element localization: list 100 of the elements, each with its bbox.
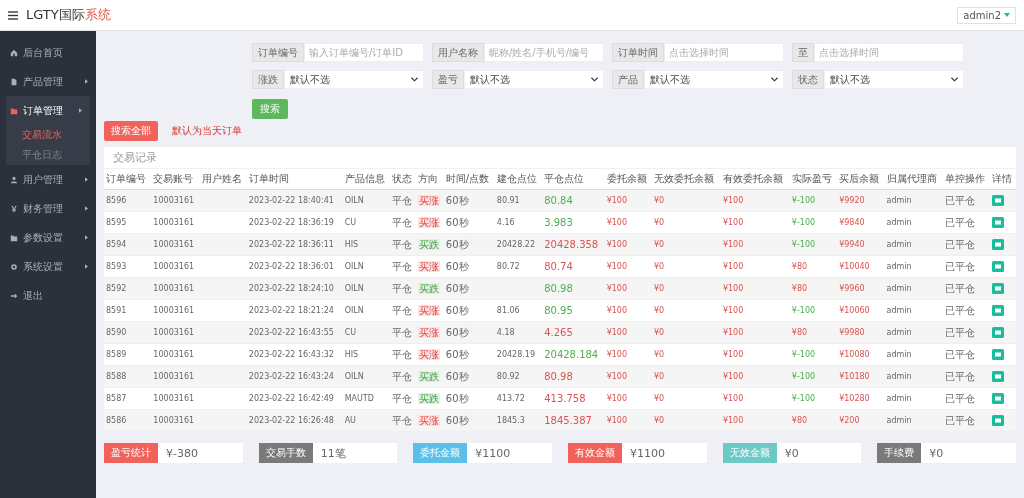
sidebar-item[interactable]: 产品管理	[0, 67, 96, 96]
filter-field[interactable]: 点击选择时间	[664, 43, 784, 62]
column-header: 产品信息	[342, 169, 390, 190]
menu-icon[interactable]	[8, 10, 18, 20]
filter-field[interactable]: 昵称/姓名/手机号/编号	[484, 43, 604, 62]
default-note: 默认为当天订单	[172, 124, 242, 138]
table-cell: ¥0	[654, 284, 665, 293]
close-price: 3.983	[544, 217, 573, 228]
filter-dropdown[interactable]: 默认不选	[644, 70, 784, 89]
stat-value: ¥1100	[622, 443, 707, 463]
details-button[interactable]	[992, 305, 1004, 316]
close-price: 1845.387	[544, 415, 592, 426]
table-cell: 4.18	[496, 328, 515, 337]
filter-label: 至	[792, 43, 814, 62]
table-cell: ¥0	[654, 218, 665, 227]
table-cell: ¥100	[722, 394, 744, 403]
sidebar-item[interactable]: 系统设置	[0, 252, 96, 281]
direction-tag: 买涨	[417, 194, 440, 206]
column-header: 方向	[415, 169, 444, 190]
table-cell: 10003161	[153, 328, 195, 337]
direction-tag: 买涨	[417, 326, 440, 338]
table-cell: 60秒	[445, 414, 469, 426]
table-cell: 2023-02-22 16:42:49	[248, 394, 334, 403]
table-cell: ¥0	[654, 416, 665, 425]
table-cell: 80.72	[496, 262, 520, 271]
table-cell: HIS	[344, 350, 359, 359]
filter-label: 订单编号	[252, 43, 304, 62]
table-cell: 2023-02-22 18:24:10	[248, 284, 334, 293]
stat-value: ¥0	[921, 443, 1017, 463]
direction-tag: 买涨	[417, 304, 440, 316]
table-cell: admin	[886, 306, 912, 315]
table-cell: 已平仓	[944, 238, 975, 250]
table-cell: 已平仓	[944, 260, 975, 272]
details-button[interactable]	[992, 217, 1004, 228]
table-cell: ¥10280	[839, 394, 870, 403]
table-cell: 平仓	[392, 414, 412, 426]
details-button[interactable]	[992, 393, 1004, 404]
filter-dropdown[interactable]: 默认不选	[824, 70, 964, 89]
sidebar-item[interactable]: 财务管理	[0, 194, 96, 223]
column-header: 委托余额	[604, 169, 653, 190]
table-cell: ¥-100	[791, 394, 816, 403]
column-header: 详情	[990, 169, 1016, 190]
filter-dropdown[interactable]: 默认不选	[464, 70, 604, 89]
table-cell: 10003161	[153, 416, 195, 425]
app-title: LGTY国际系统	[26, 6, 111, 24]
table-cell: ¥100	[606, 196, 628, 205]
sidebar-item[interactable]: 用户管理	[0, 165, 96, 194]
sidebar-item[interactable]: 后台首页	[0, 38, 96, 67]
close-price: 20428.184	[544, 349, 599, 360]
user-icon	[10, 175, 18, 184]
details-button[interactable]	[992, 261, 1004, 272]
doc-icon	[10, 77, 18, 86]
table-cell: OILN	[344, 372, 364, 381]
user-menu[interactable]: admin2	[957, 6, 1016, 24]
direction-tag: 买跌	[417, 392, 440, 404]
table-cell: CU	[344, 328, 357, 337]
sidebar-subitem[interactable]: 交易流水	[6, 125, 90, 145]
details-button[interactable]	[992, 239, 1004, 250]
filter-label: 涨跌	[252, 70, 284, 89]
table-cell: ¥0	[654, 394, 665, 403]
direction-tag: 买涨	[417, 348, 440, 360]
column-header: 时间/点数	[443, 169, 495, 190]
table-cell: ¥100	[722, 284, 744, 293]
sidebar-item[interactable]: 订单管理	[6, 96, 90, 125]
sidebar-item[interactable]: 退出	[0, 281, 96, 310]
table-cell: ¥9840	[839, 218, 865, 227]
details-button[interactable]	[992, 371, 1004, 382]
details-button[interactable]	[992, 327, 1004, 338]
details-button[interactable]	[992, 415, 1004, 426]
column-header: 订单编号	[104, 169, 152, 190]
table-cell: ¥100	[722, 416, 744, 425]
chevron-down-icon	[771, 77, 778, 82]
close-price: 80.98	[544, 283, 573, 294]
table-cell: 60秒	[445, 238, 469, 250]
table-cell: ¥100	[722, 262, 744, 271]
table-cell: 60秒	[445, 370, 469, 382]
filter-label: 盈亏	[432, 70, 464, 89]
details-button[interactable]	[992, 349, 1004, 360]
table-cell: 平仓	[392, 304, 412, 316]
details-button[interactable]	[992, 195, 1004, 206]
close-price: 4.265	[544, 327, 573, 338]
filter-field[interactable]: 输入订单编号/订单ID	[304, 43, 424, 62]
sidebar-item[interactable]: 参数设置	[0, 223, 96, 252]
table-cell: 10003161	[153, 372, 195, 381]
column-header: 建仓点位	[494, 169, 543, 190]
table-cell: 10003161	[153, 262, 195, 271]
table-cell: 8594	[106, 240, 127, 249]
table-cell: admin	[886, 328, 912, 337]
table-cell: ¥100	[722, 240, 744, 249]
table-cell: ¥0	[654, 328, 665, 337]
table-cell: admin	[886, 284, 912, 293]
column-header: 交易账号	[151, 169, 200, 190]
direction-tag: 买跌	[417, 238, 440, 250]
filter-dropdown[interactable]: 默认不选	[284, 70, 424, 89]
table-cell: ¥100	[606, 306, 628, 315]
panel-title: 交易记录	[104, 147, 1016, 169]
filter-field[interactable]: 点击选择时间	[814, 43, 964, 62]
table-cell: 2023-02-22 18:36:01	[248, 262, 334, 271]
details-button[interactable]	[992, 283, 1004, 294]
table-cell: ¥100	[722, 218, 744, 227]
